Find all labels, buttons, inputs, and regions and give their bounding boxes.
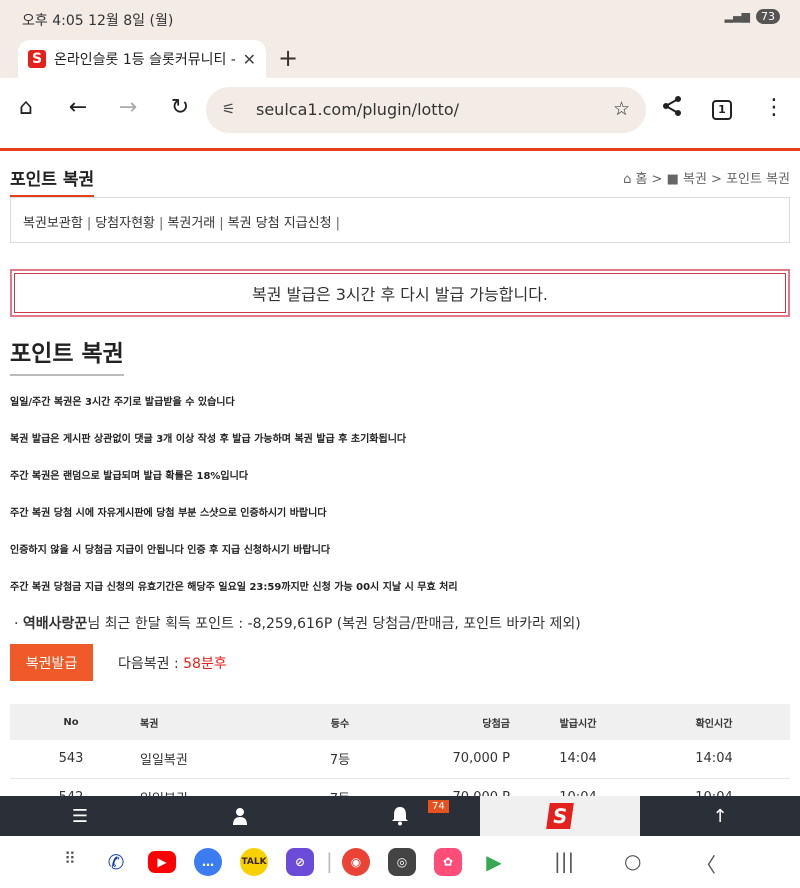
gallery-app-icon[interactable]: ✿ [434, 848, 462, 876]
signal-icon: ▂▄▆ [724, 10, 750, 23]
notes-app-icon[interactable]: ⊘ [286, 848, 314, 876]
subnav-trade[interactable]: 복권거래 [167, 216, 215, 231]
rule-text: 주간 복권 당첨 시에 자유게시판에 당첨 부분 스샷으로 인증하시기 바랍니다 [10, 508, 327, 519]
url-text[interactable]: seulca1.com/plugin/lotto/ [256, 100, 459, 119]
home-button-icon[interactable]: ○ [624, 849, 641, 873]
header-divider [0, 148, 800, 151]
sub-navigation: 복권보관함 | 당첨자현황 | 복권거래 | 복권 당첨 지급신청 | [10, 197, 790, 243]
section-title: 포인트 복권 [10, 334, 124, 376]
next-lottery: 다음복권 : 58분후 [118, 656, 227, 672]
col-no: No [10, 704, 132, 740]
recent-apps-icon[interactable]: ||| [554, 849, 574, 873]
phone-app-icon[interactable]: ✆ [102, 848, 130, 876]
browser-toolbar: ⌂ ← → ↻ ⚟ seulca1.com/plugin/lotto/ ☆ 1 … [0, 78, 800, 142]
rule-text: 주간 복권은 랜덤으로 발급되며 발급 확률은 18%입니다 [10, 471, 249, 482]
browser-tab[interactable]: S 온라인슬롯 1등 슬롯커뮤니티 - 슬 ✕ [18, 40, 266, 78]
site-logo-icon: S [546, 803, 574, 829]
chrome-app-icon[interactable]: ◉ [342, 848, 370, 876]
page-header: 포인트 복권 ⌂ 홈 > ■ 복권 > 포인트 복권 [10, 163, 790, 197]
notification-badge: 74 [428, 800, 449, 813]
username: 역배사랑꾼 [22, 616, 88, 632]
site-settings-icon[interactable]: ⚟ [222, 100, 235, 118]
rule-text: 복권 발급은 게시판 상관없이 댓글 3개 이상 작성 후 발급 가능하며 복권… [10, 434, 407, 445]
close-tab-icon[interactable]: ✕ [243, 50, 256, 69]
menu-hamburger-icon[interactable]: ☰ [0, 796, 160, 836]
col-issued: 발급시간 [518, 704, 638, 740]
breadcrumb-text[interactable]: 홈 > ■ 복권 > 포인트 복권 [635, 172, 790, 187]
kakaotalk-app-icon[interactable]: TALK [240, 848, 268, 876]
app-drawer-icon[interactable]: ⠿ [64, 849, 76, 868]
home-small-icon[interactable]: ⌂ [623, 172, 635, 187]
issue-lottery-button[interactable]: 복권발급 [10, 644, 93, 681]
subnav-winners[interactable]: 당첨자현황 [95, 216, 155, 231]
status-icons: ▂▄▆ 73 [725, 9, 780, 24]
next-lottery-time: 58분후 [183, 656, 227, 672]
new-tab-icon[interactable]: + [278, 44, 298, 72]
messages-app-icon[interactable]: … [194, 848, 222, 876]
rule-text: 인증하지 않을 시 당첨금 지급이 안됩니다 인증 후 지급 신청하시기 바랍니… [10, 545, 331, 556]
tab-switcher-button[interactable]: 1 [712, 100, 732, 120]
reload-icon[interactable]: ↻ [166, 95, 194, 120]
youtube-app-icon[interactable]: ▶ [148, 851, 176, 873]
col-lottery: 복권 [132, 704, 282, 740]
site-bottom-nav: ☰ 74 S ↑ [0, 796, 800, 836]
forward-icon[interactable]: → [114, 95, 142, 120]
subnav-lottery-box[interactable]: 복권보관함 [23, 216, 83, 231]
battery-icon: 73 [756, 9, 780, 24]
col-prize: 당첨금 [398, 704, 518, 740]
rule-text: 일일/주간 복권은 3시간 주기로 발급받을 수 있습니다 [10, 397, 235, 408]
table-row[interactable]: 543 일일복권 7등 70,000 P 14:04 14:04 [10, 740, 790, 779]
rules-list: 일일/주간 복권은 3시간 주기로 발급받을 수 있습니다 복권 발급은 게시판… [10, 395, 790, 617]
notification-bell-icon[interactable] [320, 796, 480, 836]
home-icon[interactable]: ⌂ [12, 95, 40, 120]
col-checked: 확인시간 [638, 704, 790, 740]
status-bar: 오후 4:05 12월 8일 (월) ▂▄▆ 73 [0, 0, 800, 38]
col-rank: 등수 [282, 704, 398, 740]
site-favicon-icon: S [28, 50, 46, 68]
menu-kebab-icon[interactable]: ⋮ [760, 95, 788, 120]
alert-message: 복권 발급은 3시간 후 다시 발급 가능합니다. [14, 273, 786, 313]
camera-app-icon[interactable]: ◎ [388, 848, 416, 876]
breadcrumb: ⌂ 홈 > ■ 복권 > 포인트 복권 [623, 168, 790, 187]
page-title: 포인트 복권 [10, 165, 95, 197]
back-button-icon[interactable]: 〈 [696, 849, 716, 878]
user-icon[interactable] [160, 796, 320, 836]
site-logo-button[interactable]: S [480, 796, 640, 836]
subnav-payout-request[interactable]: 복권 당첨 지급신청 [228, 216, 332, 231]
scroll-top-icon[interactable]: ↑ [640, 796, 800, 836]
share-icon[interactable] [658, 95, 686, 123]
alert-box: 복권 발급은 3시간 후 다시 발급 가능합니다. [10, 269, 790, 317]
address-bar[interactable]: ⚟ seulca1.com/plugin/lotto/ ☆ [206, 87, 646, 133]
points-summary: · 역배사랑꾼님 최근 한달 획득 포인트 : -8,259,616P (복권 … [14, 616, 581, 632]
android-nav-bar: ⠿ ✆ ▶ … TALK ⊘ | ◉ ◎ ✿ ▶ ||| ○ 〈 [0, 836, 800, 888]
tab-title: 온라인슬롯 1등 슬롯커뮤니티 - 슬 [54, 52, 235, 68]
play-store-app-icon[interactable]: ▶ [480, 848, 508, 876]
table-header-row: No 복권 등수 당첨금 발급시간 확인시간 [10, 704, 790, 740]
rule-text: 주간 복권 당첨금 지급 신청의 유효기간은 해당주 일요일 23:59까지만 … [10, 582, 458, 593]
back-icon[interactable]: ← [64, 95, 92, 120]
tab-strip: S 온라인슬롯 1등 슬롯커뮤니티 - 슬 ✕ + [0, 38, 800, 78]
bookmark-star-icon[interactable]: ☆ [613, 98, 630, 120]
status-time: 오후 4:05 12월 8일 (월) [22, 13, 174, 29]
points-text: 님 최근 한달 획득 포인트 : -8,259,616P (복권 당첨금/판매금… [87, 616, 581, 632]
